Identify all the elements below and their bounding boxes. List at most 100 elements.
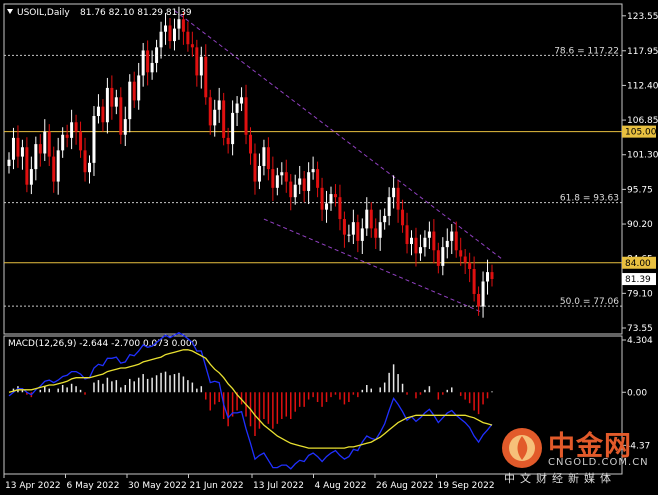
candle-body	[351, 222, 355, 235]
candle-body	[34, 144, 38, 170]
candle-body	[101, 106, 105, 123]
price-y-label: 101.30	[627, 151, 658, 161]
macd-y-label: 0.00	[627, 388, 647, 398]
candle-body	[92, 116, 96, 163]
candle-body	[253, 153, 257, 182]
candle-body	[311, 169, 315, 173]
candle-body	[208, 97, 212, 126]
price-y-label: 79.10	[627, 289, 653, 299]
candle-body	[79, 131, 83, 151]
x-axis-label: 21 Jun 2022	[190, 481, 244, 491]
candle-body	[271, 169, 275, 188]
candle-body	[199, 56, 203, 76]
candle-body	[83, 150, 87, 173]
chart-background	[0, 0, 658, 495]
candle-body	[293, 184, 297, 198]
x-axis-label: 4 Aug 2022	[315, 481, 367, 491]
candle-body	[20, 147, 24, 157]
candle-body	[16, 137, 20, 157]
chart-title: USOIL,Daily	[17, 8, 70, 18]
fib-level-label: 50.0 = 77.06	[560, 297, 619, 307]
candle-body	[235, 103, 239, 113]
candle-body	[365, 209, 369, 229]
candle-body	[190, 44, 194, 48]
candle-body	[155, 47, 159, 63]
price-y-label: 117.95	[627, 47, 658, 57]
candle-body	[423, 237, 427, 248]
candle-body	[119, 97, 123, 135]
candle-body	[307, 172, 311, 191]
candle-body	[383, 215, 387, 223]
candle-body	[472, 268, 476, 294]
candle-body	[181, 19, 185, 32]
candle-body	[369, 209, 373, 229]
candle-body	[123, 119, 127, 135]
candle-body	[477, 293, 481, 307]
candle-body	[172, 28, 176, 42]
candle-body	[164, 25, 168, 32]
candle-body	[168, 25, 172, 42]
candle-body	[392, 187, 396, 198]
watermark-domain: CNGOLD.COM.CN	[548, 457, 649, 468]
price-y-label: 123.55	[627, 12, 658, 22]
candle-body	[226, 137, 230, 145]
candle-body	[418, 247, 422, 254]
candle-body	[52, 156, 56, 182]
candle-body	[374, 228, 378, 238]
candle-body	[132, 81, 136, 101]
candle-body	[217, 100, 221, 110]
candle-body	[325, 203, 329, 210]
candle-body	[445, 240, 449, 248]
candle-body	[249, 134, 252, 154]
candle-body	[65, 134, 69, 138]
candle-body	[257, 165, 261, 182]
candle-body	[280, 172, 284, 176]
candle-body	[427, 231, 431, 238]
candle-body	[266, 147, 270, 170]
fib-level-label: 61.8 = 93.63	[560, 194, 619, 204]
candle-body	[74, 122, 78, 132]
x-axis-label: 6 May 2022	[67, 481, 120, 491]
candle-body	[333, 194, 337, 198]
candle-body	[316, 169, 320, 188]
candle-body	[213, 109, 217, 126]
candle-body	[275, 175, 279, 188]
cngold-logo-icon	[502, 428, 542, 468]
candle-body	[25, 147, 29, 185]
candle-body	[47, 131, 51, 157]
candle-body	[414, 237, 418, 254]
level-price-tag-label: 105.00	[625, 128, 657, 138]
candle-body	[150, 62, 154, 73]
chart-canvas[interactable]: 123.55 117.95 112.40 106.85 101.30 95.75 90.20…	[0, 0, 658, 495]
candle-body	[105, 87, 109, 123]
candle-body	[342, 219, 346, 235]
candle-body	[146, 50, 150, 73]
candle-body	[468, 262, 472, 269]
candle-body	[396, 187, 400, 210]
candle-body	[231, 112, 235, 145]
candle-body	[56, 150, 60, 182]
candle-body	[61, 134, 65, 151]
price-y-label: 106.85	[627, 116, 658, 126]
candle-body	[159, 31, 163, 48]
ohlc-readout: 81.76 82.10 81.29 81.39	[80, 8, 192, 18]
candle-body	[244, 97, 248, 135]
macd-y-label: 4.304	[627, 336, 653, 346]
price-y-label: 73.55	[627, 324, 653, 334]
candle-body	[240, 97, 244, 104]
x-axis-label: 30 May 2022	[128, 481, 187, 491]
candle-body	[356, 222, 360, 241]
candle-body	[262, 147, 266, 166]
candle-body	[177, 19, 181, 29]
candle-body	[204, 56, 208, 98]
candle-body	[401, 209, 405, 226]
candle-body	[43, 131, 47, 154]
candle-body	[141, 50, 145, 76]
candle-body	[486, 272, 490, 282]
level-price-tag-label: 84.00	[625, 259, 651, 269]
candle-body	[410, 237, 413, 245]
candle-body	[7, 159, 11, 166]
candle-body	[29, 169, 33, 185]
x-axis-label: 13 Jul 2022	[253, 481, 304, 491]
candle-body	[70, 122, 74, 138]
